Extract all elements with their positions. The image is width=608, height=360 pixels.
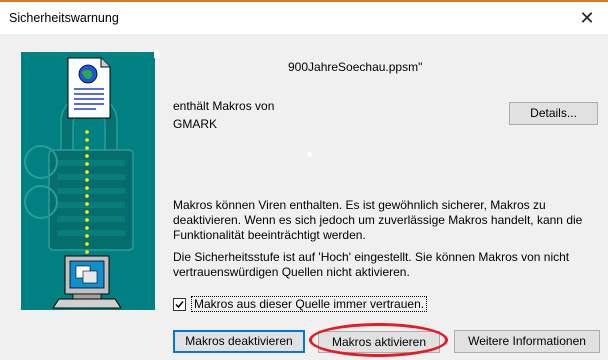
activate-macros-button[interactable]: Makros aktivieren — [318, 331, 440, 353]
trust-checkbox-label[interactable]: Makros aus dieser Quelle immer vertrauen… — [191, 296, 428, 312]
trust-source-option[interactable]: Makros aus dieser Quelle immer vertrauen… — [173, 296, 428, 312]
dialog-body: 900JahreSoechau.ppsm" enthält Makros von… — [0, 34, 608, 360]
security-level-text: Die Sicherheitsstufe ist auf 'Hoch' eing… — [173, 250, 570, 279]
macro-source: enthält Makros von GMARK — [173, 97, 274, 133]
details-button[interactable]: Details... — [509, 102, 598, 125]
macros-from-label: enthält Makros von — [173, 99, 275, 113]
warning-text: Makros können Viren enthalten. Es ist ge… — [173, 198, 583, 242]
window-title: Sicherheitswarnung — [9, 11, 119, 25]
publisher-name: GMARK — [173, 117, 218, 131]
deactivate-macros-button[interactable]: Makros deaktivieren — [173, 330, 305, 353]
computer-icon — [52, 255, 122, 309]
security-illustration — [21, 52, 155, 310]
certificate-document-icon — [67, 57, 111, 119]
file-name: 900JahreSoechau.ppsm" — [288, 60, 423, 74]
checkmark-icon — [175, 300, 184, 308]
title-bar: Sicherheitswarnung ✕ — [0, 2, 608, 34]
trust-checkbox[interactable] — [173, 297, 186, 311]
illustration-notch — [154, 50, 160, 58]
more-info-button[interactable]: Weitere Informationen — [454, 330, 600, 353]
close-icon[interactable]: ✕ — [574, 6, 600, 30]
decorative-dot — [307, 152, 312, 157]
